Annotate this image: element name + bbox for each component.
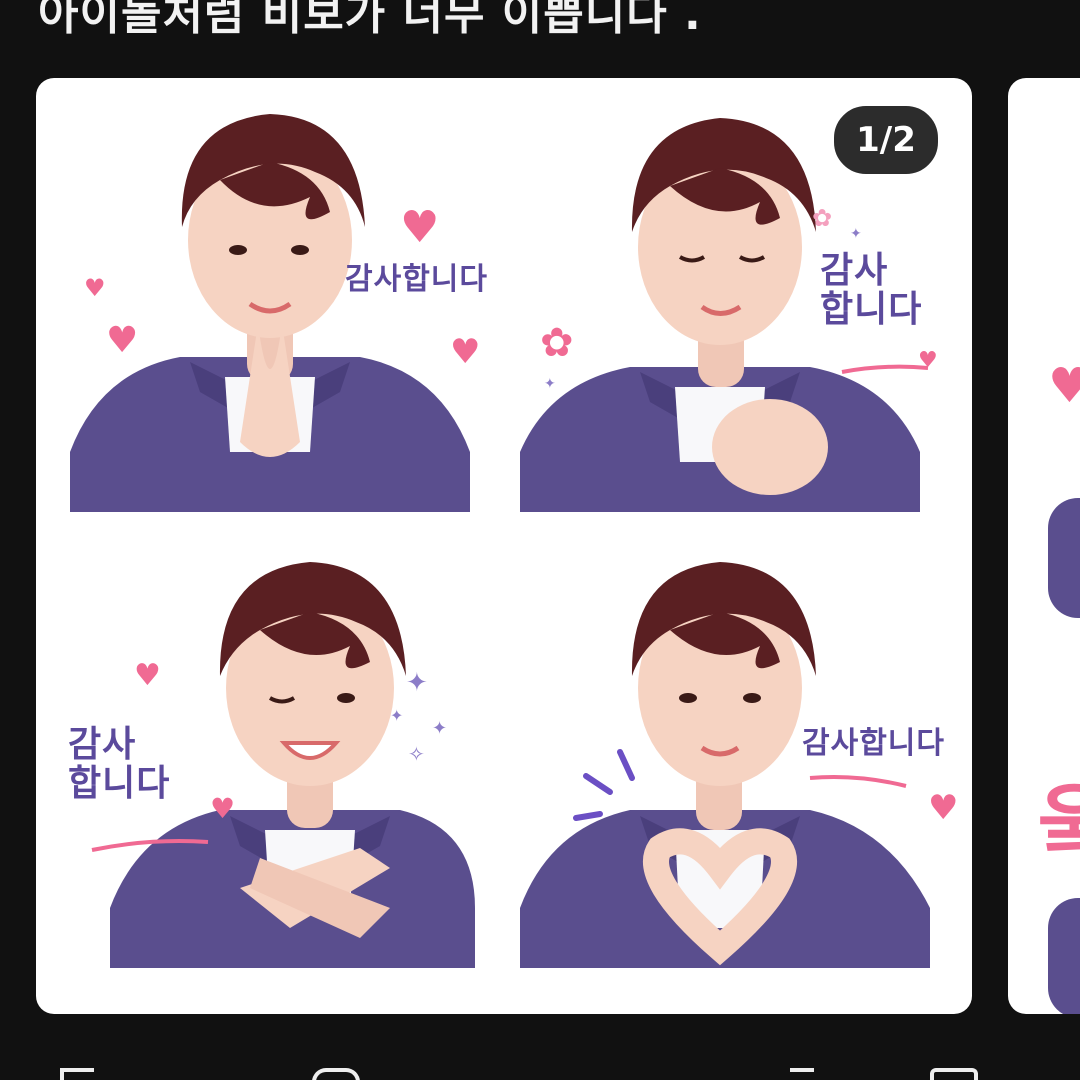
heart-icon: ♥: [928, 788, 959, 828]
comment-icon[interactable]: [312, 1068, 360, 1080]
heart-icon: ♥: [84, 274, 106, 302]
heart-icon: ♥: [918, 348, 938, 373]
sparkle-icon: ✧: [408, 742, 425, 766]
heart-icon: ♥: [106, 320, 139, 361]
sparkle-icon: ✦: [544, 376, 556, 392]
post-title: 아이돌처럼 비보가 너무 이쁩니다 .: [38, 0, 702, 40]
sticker-caption: 감사 합니다: [68, 724, 171, 804]
person-figure: [70, 114, 470, 512]
underline-decoration: [841, 364, 929, 374]
flower-icon: ✿: [812, 204, 833, 232]
next-card-caption: 웈: [1038, 776, 1080, 869]
post-page: 아이돌처럼 비보가 너무 이쁩니다 . 감사합니다 ♥ ♥ ♥ ♥ 감사 합니다…: [0, 0, 1080, 1080]
image-counter-badge: 1/2: [832, 104, 940, 176]
sticker-3: 감사 합니다 ♥ ♥ ✦ ✦ ✦ ✧: [60, 548, 480, 968]
sparkle-icon: ✦: [406, 668, 428, 698]
sticker-caption: 감사합니다: [345, 262, 488, 297]
person-figure: [1048, 498, 1080, 618]
person-figure: [1048, 898, 1080, 1014]
image-card[interactable]: 감사합니다 ♥ ♥ ♥ ♥ 감사 합니다 ✿ ✿ ♥ ✦ ✦ 감사 합니다 ♥ …: [36, 78, 972, 1014]
action-bar: [0, 1030, 1080, 1080]
emphasis-lines-icon: [573, 749, 635, 821]
sticker-caption: 감사합니다: [802, 726, 945, 761]
heart-icon: ♥: [1048, 358, 1080, 414]
sticker-1: 감사합니다 ♥ ♥ ♥ ♥: [60, 92, 487, 512]
heart-icon: ♥: [450, 332, 481, 372]
heart-icon: ♥: [400, 202, 440, 253]
sticker-4: 감사합니다 ♥: [520, 548, 958, 968]
bookmark-icon[interactable]: [790, 1068, 814, 1080]
underline-decoration: [91, 839, 209, 852]
heart-icon: ♥: [210, 792, 236, 825]
heart-icon: ♥: [134, 658, 161, 693]
underline-decoration: [809, 775, 907, 788]
sparkle-icon: ✦: [432, 718, 448, 739]
sticker-caption: 감사 합니다: [820, 250, 923, 330]
sparkle-icon: ✦: [390, 706, 404, 725]
share-icon[interactable]: [60, 1068, 94, 1080]
next-image-card-peek[interactable]: ♥ 웈: [1008, 78, 1080, 1014]
flower-icon: ✿: [540, 320, 574, 366]
sparkle-icon: ✦: [850, 226, 862, 242]
more-icon[interactable]: [930, 1068, 978, 1080]
